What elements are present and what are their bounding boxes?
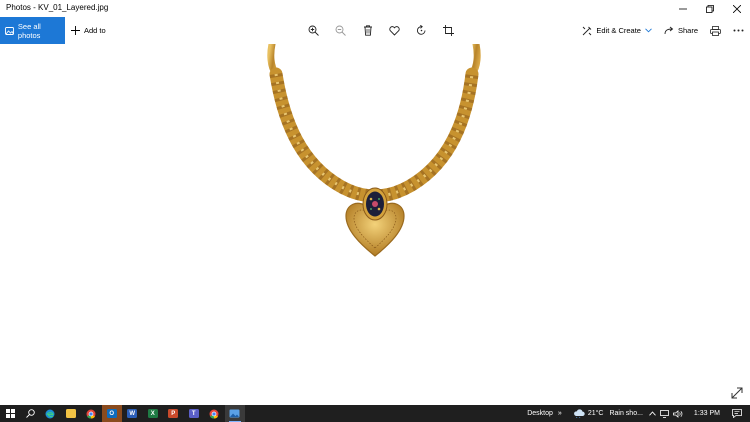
system-tray: Desktop » 21°C Rain sho... 1:33 PM	[524, 405, 750, 422]
plus-icon	[71, 26, 80, 35]
taskbar-chrome-2[interactable]	[204, 405, 225, 422]
taskbar-left: O W X P T	[0, 405, 245, 422]
edit-create-icon	[583, 26, 592, 35]
taskbar-edge[interactable]	[40, 405, 61, 422]
edit-create-label: Edit & Create	[596, 26, 641, 35]
restore-icon	[705, 4, 714, 13]
network-icon[interactable]	[660, 409, 669, 418]
word-icon: W	[127, 409, 138, 418]
edge-icon	[45, 409, 55, 418]
more-options-button[interactable]	[727, 17, 750, 44]
desktop-label: Desktop	[527, 410, 553, 417]
search-button[interactable]	[20, 405, 40, 422]
close-icon	[732, 4, 741, 13]
desktop-toolbar[interactable]: Desktop »	[524, 405, 565, 422]
taskbar-photos[interactable]	[224, 405, 245, 422]
image-viewer-canvas[interactable]	[0, 44, 750, 405]
printer-icon	[710, 25, 721, 36]
title-bar: Photos - KV_01_Layered.jpg	[0, 0, 750, 17]
minimize-button[interactable]	[669, 0, 696, 17]
clock[interactable]: 1:33 PM	[686, 405, 728, 422]
start-button[interactable]	[0, 405, 20, 422]
expand-icon	[731, 387, 743, 399]
toolbar: See all photos Add to Edit & Create Shar…	[0, 17, 750, 44]
add-to-label: Add to	[84, 26, 106, 35]
notifications-button[interactable]	[728, 405, 750, 422]
necklace-photo	[267, 44, 481, 257]
volume-icon[interactable]	[673, 409, 683, 418]
toolbar-overflow-chevron: »	[557, 410, 562, 417]
crop-button[interactable]	[435, 17, 462, 44]
outlook-icon: O	[106, 409, 117, 418]
more-options-icon	[733, 29, 744, 32]
notification-icon	[732, 409, 742, 418]
chevron-down-icon	[645, 28, 652, 33]
tray-icons	[646, 405, 686, 422]
taskbar-word[interactable]: W	[122, 405, 143, 422]
minimize-icon	[678, 8, 687, 9]
file-explorer-icon	[65, 409, 76, 418]
restore-button[interactable]	[696, 0, 723, 17]
favorite-heart-icon	[389, 25, 400, 36]
add-to-button[interactable]: Add to	[71, 17, 106, 44]
weather-widget[interactable]: 21°C Rain sho...	[565, 405, 646, 422]
see-all-photos-label: See all photos	[17, 21, 41, 40]
chevron-up-icon[interactable]	[649, 411, 656, 416]
edit-create-button[interactable]: Edit & Create	[576, 17, 658, 44]
taskbar-excel[interactable]: X	[143, 405, 164, 422]
share-label: Share	[677, 26, 698, 35]
search-icon	[25, 409, 35, 418]
windows-logo-icon	[5, 409, 15, 418]
zoom-in-button[interactable]	[300, 17, 327, 44]
taskbar-chrome[interactable]	[81, 405, 102, 422]
rotate-icon	[416, 25, 426, 35]
taskbar-powerpoint[interactable]: P	[163, 405, 184, 422]
rain-cloud-icon	[573, 409, 585, 418]
chrome-icon	[209, 409, 219, 419]
taskbar-teams[interactable]: T	[184, 405, 205, 422]
taskbar-file-explorer[interactable]	[61, 405, 82, 422]
weather-temperature: 21°C	[587, 410, 604, 417]
taskbar-outlook[interactable]: O	[101, 405, 122, 422]
close-button[interactable]	[723, 0, 750, 17]
toolbar-right: Edit & Create Share	[576, 17, 750, 44]
see-all-photos-button[interactable]: See all photos	[0, 17, 65, 44]
share-icon	[664, 26, 674, 35]
favorite-button[interactable]	[381, 17, 408, 44]
teams-icon: T	[188, 409, 199, 418]
delete-button[interactable]	[354, 17, 381, 44]
print-button[interactable]	[704, 17, 727, 44]
powerpoint-icon: P	[168, 409, 179, 418]
window-title: Photos - KV_01_Layered.jpg	[6, 3, 109, 12]
chrome-icon	[86, 409, 96, 419]
photos-app-icon	[229, 409, 240, 418]
photo-gallery-icon	[5, 26, 14, 35]
zoom-in-icon	[308, 25, 319, 36]
taskbar: O W X P T Desktop » 21°C Rain sho... 1:3…	[0, 405, 750, 422]
photos-app-window: Photos - KV_01_Layered.jpg See all photo…	[0, 0, 750, 405]
window-controls	[669, 0, 750, 17]
delete-icon	[363, 25, 372, 36]
crop-icon	[443, 25, 454, 36]
fullscreen-button[interactable]	[730, 386, 744, 400]
clock-time: 1:33 PM	[693, 410, 720, 417]
zoom-out-button[interactable]	[327, 17, 354, 44]
excel-icon: X	[147, 409, 158, 418]
weather-description: Rain sho...	[609, 410, 643, 417]
share-button[interactable]: Share	[658, 17, 704, 44]
zoom-out-icon	[335, 25, 346, 36]
rotate-button[interactable]	[408, 17, 435, 44]
image-tools	[300, 17, 462, 44]
